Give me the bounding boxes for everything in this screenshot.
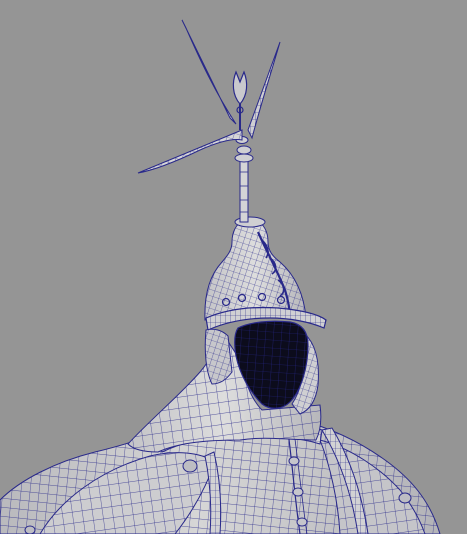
3d-viewport[interactable] [0,0,467,534]
viewport-canvas[interactable] [0,0,467,534]
